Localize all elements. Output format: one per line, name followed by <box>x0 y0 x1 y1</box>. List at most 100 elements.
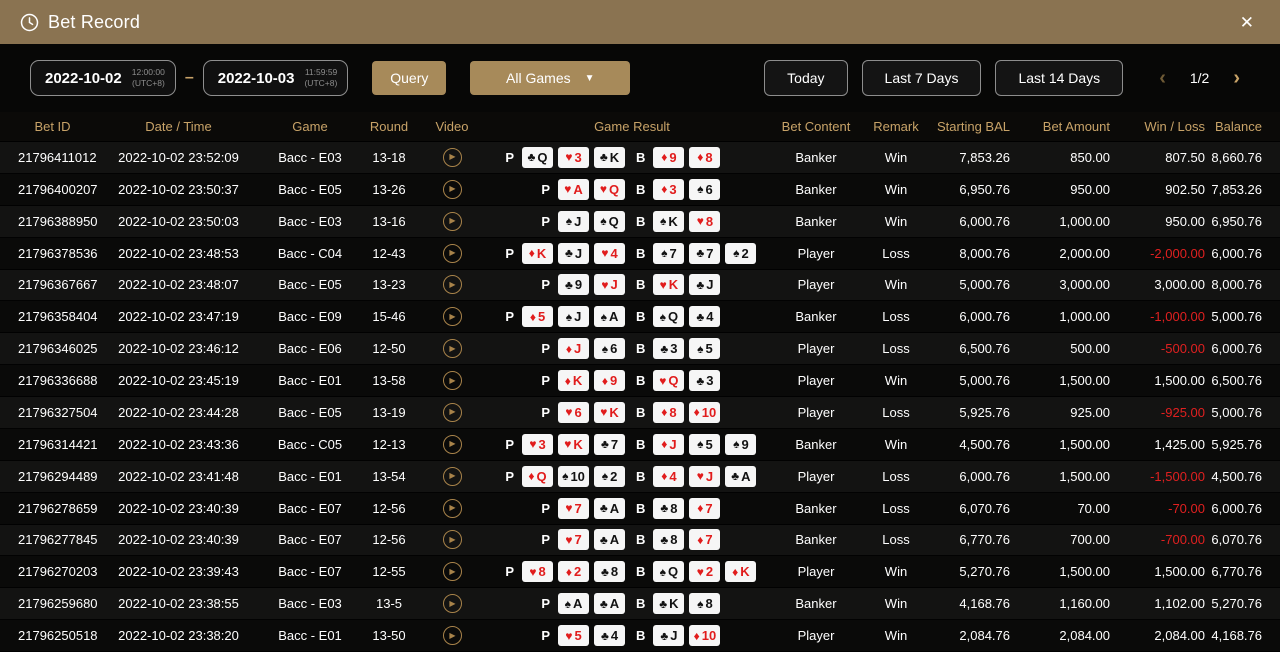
banker-label: B <box>636 532 645 547</box>
date-time-cell: 2022-10-02 23:40:39 <box>105 532 252 547</box>
club-card: ♣A <box>594 529 625 550</box>
play-video-icon[interactable]: ▶ <box>443 307 462 326</box>
heart-card: ♥2 <box>689 561 720 582</box>
heart-card: ♥6 <box>558 402 589 423</box>
table-row: 21796400207 2022-10-02 23:50:37 Bacc - E… <box>0 174 1280 206</box>
club-card: ♣A <box>594 593 625 614</box>
query-button[interactable]: Query <box>372 61 446 95</box>
banker-label: B <box>636 214 645 229</box>
chevron-right-icon[interactable]: › <box>1223 67 1250 90</box>
balance-cell: 5,925.76 <box>1209 437 1280 452</box>
banker-label: B <box>636 437 645 452</box>
date-from-time: 12:00:00 (UTC+8) <box>132 67 165 88</box>
win-loss-cell: -2,000.00 <box>1114 246 1209 261</box>
player-label: P <box>541 373 550 388</box>
bet-id-cell: 21796411012 <box>0 150 105 165</box>
game-result-cell: P ♦Q♠10♠2 B ♦4♥J♣A <box>494 466 770 487</box>
date-to-input[interactable]: 2022-10-03 11:59:59 (UTC+8) <box>203 60 349 96</box>
play-video-icon[interactable]: ▶ <box>443 467 462 486</box>
date-time-cell: 2022-10-02 23:52:09 <box>105 150 252 165</box>
play-video-icon[interactable]: ▶ <box>443 244 462 263</box>
bet-id-cell: 21796278659 <box>0 501 105 516</box>
col-video: Video <box>410 119 494 134</box>
pagination: ‹ 1/2 › <box>1149 67 1250 90</box>
player-label: P <box>505 437 514 452</box>
last-14-days-button[interactable]: Last 14 Days <box>995 60 1123 96</box>
player-hand: P ♦K♦9 <box>494 370 636 391</box>
game-result-cell: P ♠A♣A B ♣K♠8 <box>494 593 770 614</box>
banker-hand: B ♠K♥8 <box>636 211 770 232</box>
game-result-cell: P ♠J♠Q B ♠K♥8 <box>494 211 770 232</box>
bet-amount-cell: 70.00 <box>1014 501 1114 516</box>
diamond-card: ♦J <box>558 338 589 359</box>
starting-bal-cell: 6,500.76 <box>930 341 1014 356</box>
games-filter-dropdown[interactable]: All Games ▼ <box>470 61 630 95</box>
banker-hand: B ♣8♦7 <box>636 498 770 519</box>
club-card: ♣J <box>558 243 589 264</box>
play-video-icon[interactable]: ▶ <box>443 212 462 231</box>
bet-content-cell: Banker <box>770 182 862 197</box>
banker-label: B <box>636 341 645 356</box>
date-time-cell: 2022-10-02 23:45:19 <box>105 373 252 388</box>
bet-id-cell: 21796277845 <box>0 532 105 547</box>
today-button[interactable]: Today <box>764 60 847 96</box>
bet-content-cell: Player <box>770 469 862 484</box>
banker-label: B <box>636 501 645 516</box>
starting-bal-cell: 5,000.76 <box>930 277 1014 292</box>
play-video-icon[interactable]: ▶ <box>443 594 462 613</box>
play-video-icon[interactable]: ▶ <box>443 148 462 167</box>
round-cell: 13-54 <box>368 469 410 484</box>
spade-card: ♠10 <box>558 466 589 487</box>
round-cell: 12-56 <box>368 501 410 516</box>
play-video-icon[interactable]: ▶ <box>443 275 462 294</box>
play-video-icon[interactable]: ▶ <box>443 180 462 199</box>
bet-id-cell: 21796367667 <box>0 277 105 292</box>
play-video-icon[interactable]: ▶ <box>443 371 462 390</box>
chevron-left-icon[interactable]: ‹ <box>1149 67 1176 90</box>
close-icon[interactable]: ✕ <box>1234 10 1260 35</box>
player-hand: P ♥6♥K <box>494 402 636 423</box>
player-label: P <box>505 246 514 261</box>
round-cell: 12-50 <box>368 341 410 356</box>
heart-card: ♥A <box>558 179 589 200</box>
banker-label: B <box>636 564 645 579</box>
starting-bal-cell: 4,500.76 <box>930 437 1014 452</box>
banker-label: B <box>636 182 645 197</box>
last-7-days-button[interactable]: Last 7 Days <box>862 60 982 96</box>
play-video-icon[interactable]: ▶ <box>443 562 462 581</box>
play-video-icon[interactable]: ▶ <box>443 403 462 422</box>
banker-hand: B ♦9♦8 <box>636 147 770 168</box>
club-card: ♣A <box>725 466 756 487</box>
date-from-input[interactable]: 2022-10-02 12:00:00 (UTC+8) <box>30 60 176 96</box>
starting-bal-cell: 5,270.76 <box>930 564 1014 579</box>
balance-cell: 6,500.76 <box>1209 373 1280 388</box>
spade-card: ♠7 <box>653 243 684 264</box>
balance-cell: 6,000.76 <box>1209 246 1280 261</box>
bet-content-cell: Banker <box>770 437 862 452</box>
game-result-cell: P ♥8♦2♣8 B ♠Q♥2♦K <box>494 561 770 582</box>
spade-card: ♠6 <box>689 179 720 200</box>
remark-cell: Loss <box>862 501 930 516</box>
game-cell: Bacc - E03 <box>252 214 368 229</box>
remark-cell: Win <box>862 437 930 452</box>
play-video-icon[interactable]: ▶ <box>443 530 462 549</box>
round-cell: 13-26 <box>368 182 410 197</box>
spade-card: ♠9 <box>725 434 756 455</box>
table-row: 21796259680 2022-10-02 23:38:55 Bacc - E… <box>0 588 1280 620</box>
play-video-icon[interactable]: ▶ <box>443 339 462 358</box>
play-video-icon[interactable]: ▶ <box>443 626 462 645</box>
spade-card: ♠Q <box>653 306 684 327</box>
diamond-card: ♦Q <box>522 466 553 487</box>
date-to-value: 2022-10-03 <box>218 70 295 87</box>
diamond-card: ♦8 <box>689 147 720 168</box>
heart-card: ♥4 <box>594 243 625 264</box>
video-cell: ▶ <box>410 594 494 613</box>
bet-amount-cell: 2,000.00 <box>1014 246 1114 261</box>
play-video-icon[interactable]: ▶ <box>443 499 462 518</box>
player-label: P <box>541 214 550 229</box>
diamond-card: ♦8 <box>653 402 684 423</box>
bet-id-cell: 21796336688 <box>0 373 105 388</box>
heart-card: ♥K <box>594 402 625 423</box>
video-cell: ▶ <box>410 339 494 358</box>
play-video-icon[interactable]: ▶ <box>443 435 462 454</box>
